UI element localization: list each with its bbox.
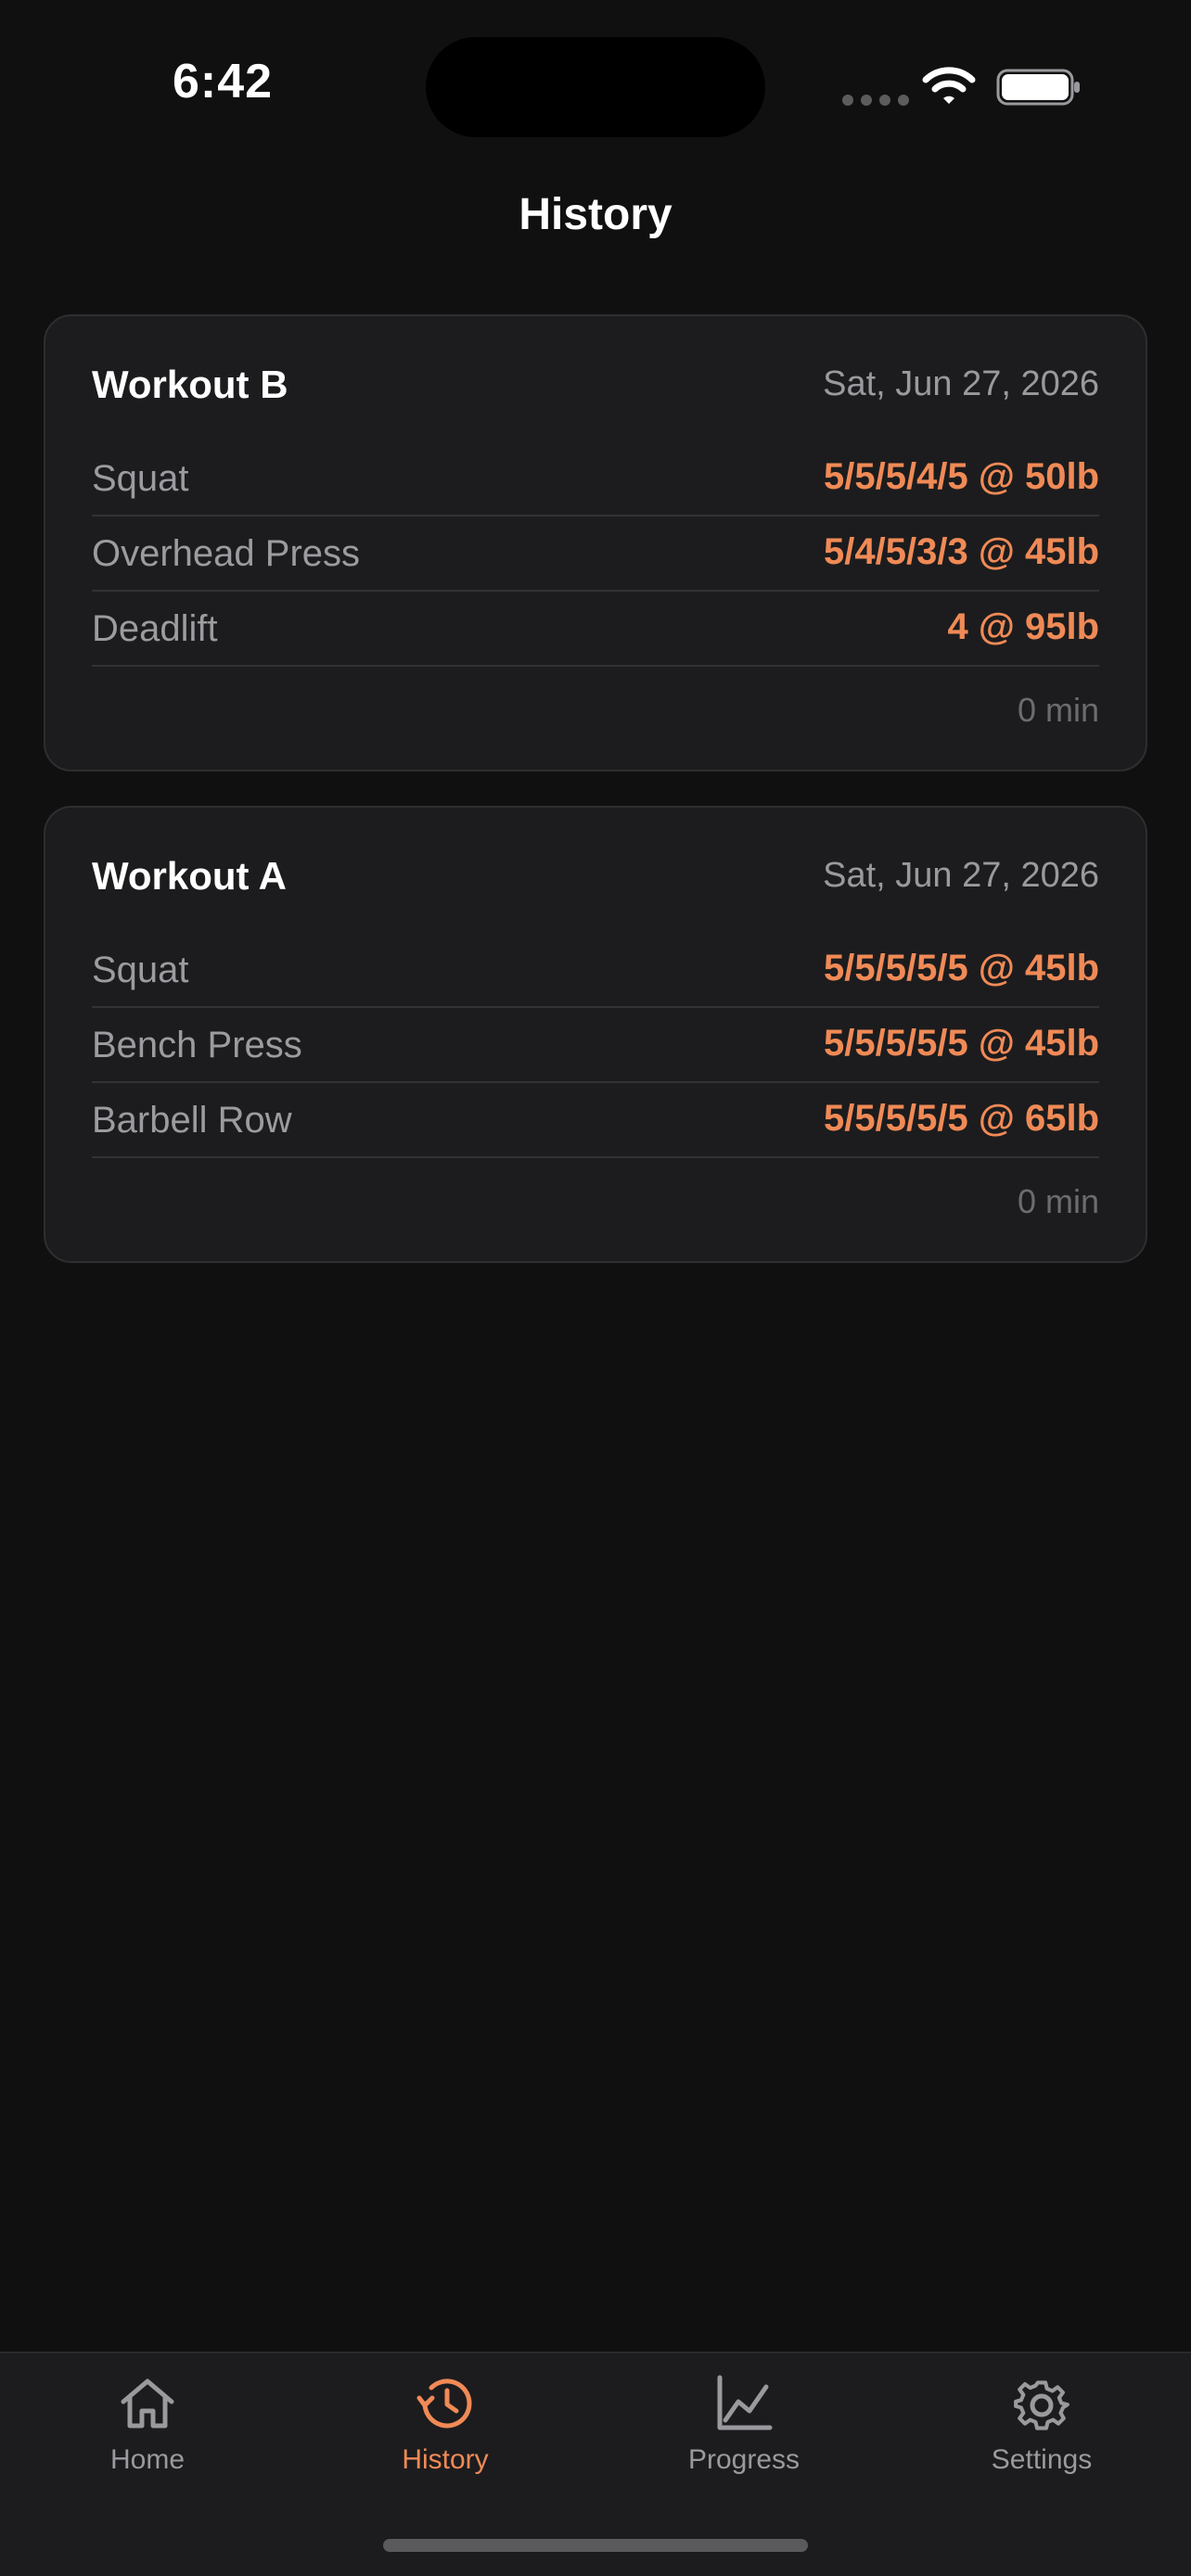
home-indicator (383, 2539, 808, 2552)
exercise-sets: 5/4/5/3/3 @ 45lb (824, 531, 1099, 572)
workout-card[interactable]: Workout B Sat, Jun 27, 2026 Squat 5/5/5/… (44, 314, 1147, 772)
exercise-row: Squat 5/5/5/4/5 @ 50lb (92, 441, 1099, 516)
exercise-row: Overhead Press 5/4/5/3/3 @ 45lb (92, 516, 1099, 592)
tab-settings[interactable]: Settings (940, 2372, 1144, 2493)
dynamic-island (426, 37, 765, 137)
workout-duration: 0 min (1017, 1182, 1099, 1220)
battery-icon (996, 69, 1080, 106)
workout-date: Sat, Jun 27, 2026 (823, 364, 1099, 403)
home-icon (121, 2378, 174, 2429)
history-icon (416, 2378, 472, 2429)
tab-progress[interactable]: Progress (642, 2372, 846, 2493)
exercise-sets: 5/5/5/4/5 @ 50lb (824, 456, 1099, 497)
wifi-icon (922, 67, 976, 104)
tab-history[interactable]: History (343, 2372, 547, 2493)
exercise-row: Bench Press 5/5/5/5/5 @ 45lb (92, 1008, 1099, 1083)
exercise-sets: 5/5/5/5/5 @ 45lb (824, 948, 1099, 988)
workout-name: Workout B (92, 363, 288, 406)
status-time: 6:42 (173, 55, 274, 108)
exercise-name: Overhead Press (92, 533, 361, 574)
tab-label: Home (109, 2444, 186, 2475)
workout-name: Workout A (92, 854, 287, 898)
exercise-row: Deadlift 4 @ 95lb (92, 592, 1099, 667)
exercise-name: Bench Press (92, 1025, 302, 1065)
tab-label: History (402, 2444, 489, 2475)
exercise-name: Squat (92, 458, 189, 499)
workout-card[interactable]: Workout A Sat, Jun 27, 2026 Squat 5/5/5/… (44, 806, 1147, 1263)
exercise-sets: 5/5/5/5/5 @ 45lb (824, 1023, 1099, 1064)
history-screen: 6:42 History Workout B Sat, Jun 27, 2026… (0, 0, 1191, 2576)
chart-icon (717, 2375, 773, 2430)
exercise-name: Barbell Row (92, 1100, 292, 1141)
tab-label: Progress (687, 2444, 800, 2475)
exercise-row: Barbell Row 5/5/5/5/5 @ 65lb (92, 1083, 1099, 1158)
exercise-sets: 4 @ 95lb (947, 606, 1099, 647)
page-title: History (519, 190, 672, 239)
exercise-sets: 5/5/5/5/5 @ 65lb (824, 1098, 1099, 1139)
workout-date: Sat, Jun 27, 2026 (823, 856, 1099, 895)
tab-label: Settings (991, 2444, 1093, 2475)
tab-home[interactable]: Home (45, 2372, 250, 2493)
gear-icon (1014, 2380, 1069, 2430)
cellular-signal-icon (842, 95, 909, 106)
exercise-row: Squat 5/5/5/5/5 @ 45lb (92, 933, 1099, 1008)
exercise-name: Deadlift (92, 608, 218, 649)
workout-duration: 0 min (1017, 691, 1099, 729)
exercise-name: Squat (92, 950, 189, 990)
